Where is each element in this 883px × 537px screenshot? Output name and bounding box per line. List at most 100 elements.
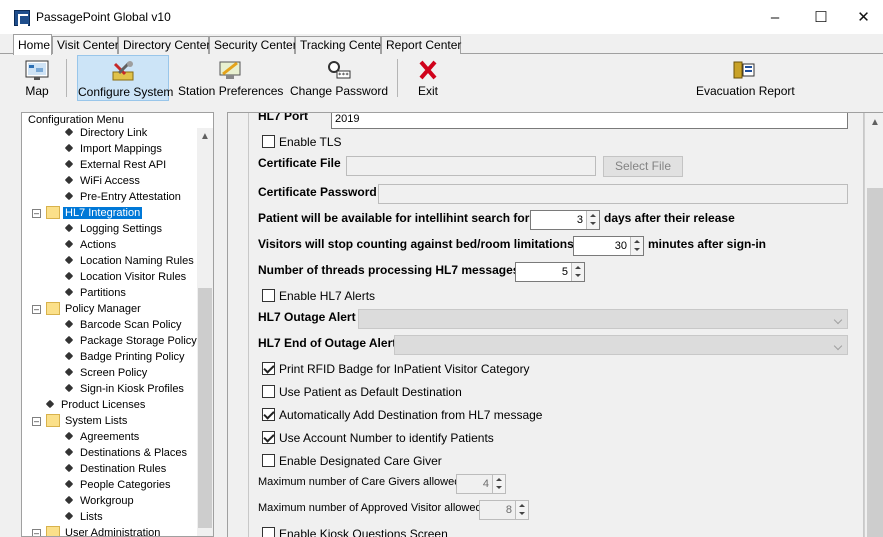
collapse-toggle[interactable]: – [32, 305, 41, 314]
settings-scrollbar[interactable]: ▲ [864, 113, 883, 537]
tree-item-product-licenses[interactable]: Product Licenses [45, 397, 145, 413]
tab-tracking-center[interactable]: Tracking Center [295, 36, 385, 54]
max-care-givers-stepper[interactable]: 4 [456, 474, 506, 494]
end-outage-alert-label: HL7 End of Outage Alert [258, 336, 397, 350]
auto-add-destination-checkbox[interactable] [262, 408, 275, 421]
enable-hl7-alerts-label: Enable HL7 Alerts [279, 289, 376, 303]
threads-stepper[interactable]: 5 [515, 262, 585, 282]
certificate-password-input[interactable] [378, 184, 848, 204]
tree-item[interactable]: Destination Rules [64, 461, 166, 477]
tree-item[interactable]: Lists [64, 509, 103, 525]
tree-bullet-icon [64, 191, 74, 201]
change-password-button[interactable]: *** Change Password [290, 55, 388, 101]
tree-item[interactable]: Sign-in Kiosk Profiles [64, 381, 184, 397]
tree-item[interactable]: Agreements [64, 429, 139, 445]
tree-bullet-icon [64, 335, 74, 345]
hl7-settings-panel: HL7 Port 2019 Enable TLS Certificate Fil… [227, 112, 883, 537]
tree-bullet-icon [64, 127, 74, 137]
tree-item-user-administration[interactable]: User Administration [65, 525, 160, 536]
tree-bullet-icon [64, 351, 74, 361]
change-password-label: Change Password [290, 84, 389, 98]
tree-item[interactable]: Screen Policy [64, 365, 147, 381]
chevron-up-icon[interactable]: ▲ [197, 131, 213, 142]
tree-bullet-icon [64, 175, 74, 185]
minimize-button[interactable]: – [752, 0, 798, 34]
spin-arrows-icon[interactable] [571, 263, 584, 281]
evacuation-report-icon [733, 61, 755, 79]
tree-item-hl7-integration[interactable]: HL7 Integration [63, 205, 143, 221]
spin-arrows-icon[interactable] [515, 501, 528, 519]
ribbon-tabs: Home Visit Center Directory Center Secur… [0, 34, 883, 55]
spin-arrows-icon[interactable] [630, 237, 643, 255]
tree-item[interactable]: Actions [64, 237, 116, 253]
tab-directory-center[interactable]: Directory Center [118, 36, 210, 54]
tab-visit-center[interactable]: Visit Center [52, 36, 119, 54]
close-button[interactable]: ✕ [844, 0, 883, 34]
end-outage-alert-dropdown[interactable] [394, 335, 848, 355]
exit-button[interactable]: Exit [409, 55, 447, 101]
tree-item[interactable]: Workgroup [64, 493, 134, 509]
patient-search-suffix: days after their release [604, 211, 735, 225]
enable-hl7-alerts-checkbox[interactable] [262, 289, 275, 302]
tree-item[interactable]: Barcode Scan Policy [64, 317, 182, 333]
tree-item[interactable]: Logging Settings [64, 221, 162, 237]
exit-label: Exit [417, 84, 438, 98]
tree-item-system-lists[interactable]: System Lists [65, 413, 127, 429]
enable-designated-care-giver-label: Enable Designated Care Giver [279, 454, 442, 468]
tree-item[interactable]: People Categories [64, 477, 171, 493]
tree-bullet-icon [64, 271, 74, 281]
tree-bullet-icon [64, 319, 74, 329]
patient-search-days-stepper[interactable]: 3 [530, 210, 600, 230]
max-approved-visitors-label: Maximum number of Approved Visitor allow… [258, 502, 482, 514]
tree-item[interactable]: Pre-Entry Attestation [64, 189, 181, 205]
tab-report-center[interactable]: Report Center [381, 36, 461, 54]
evacuation-report-button[interactable]: Evacuation Report [696, 55, 795, 101]
tab-security-center[interactable]: Security Center [209, 36, 297, 54]
outage-alert-dropdown[interactable] [358, 309, 848, 329]
tree-bullet-icon [64, 367, 74, 377]
tree-item[interactable]: External Rest API [64, 157, 166, 173]
settings-scrollbar-thumb[interactable] [867, 188, 883, 537]
use-patient-default-checkbox[interactable] [262, 385, 275, 398]
tree-item[interactable]: Import Mappings [64, 141, 162, 157]
station-preferences-button[interactable]: Station Preferences [178, 55, 283, 101]
collapse-toggle[interactable]: – [32, 209, 41, 218]
tree-scrollbar-thumb[interactable] [198, 288, 212, 528]
tree-item[interactable]: Badge Printing Policy [64, 349, 185, 365]
enable-tls-label: Enable TLS [279, 135, 342, 149]
maximize-button[interactable]: ☐ [798, 0, 844, 34]
chevron-up-icon[interactable]: ▲ [865, 117, 883, 128]
tree-item[interactable]: Partitions [64, 285, 126, 301]
tree-item[interactable]: Location Visitor Rules [64, 269, 186, 285]
tree-item[interactable]: WiFi Access [64, 173, 140, 189]
station-preferences-icon [219, 61, 241, 79]
collapse-toggle[interactable]: – [32, 417, 41, 426]
spin-arrows-icon[interactable] [492, 475, 505, 493]
tree-bullet-icon [64, 463, 74, 473]
map-button[interactable]: Map [14, 55, 60, 101]
enable-tls-checkbox[interactable] [262, 135, 275, 148]
tree-item[interactable]: Destinations & Places [64, 445, 187, 461]
use-account-number-checkbox[interactable] [262, 431, 275, 444]
enable-kiosk-questions-checkbox[interactable] [262, 527, 275, 537]
tree-bullet-icon [64, 287, 74, 297]
enable-designated-care-giver-checkbox[interactable] [262, 454, 275, 467]
hl7-port-input[interactable]: 2019 [331, 113, 848, 129]
visitors-stop-minutes-stepper[interactable]: 30 [573, 236, 644, 256]
certificate-file-input[interactable] [346, 156, 596, 176]
configure-system-button[interactable]: Configure System [77, 55, 173, 101]
collapse-toggle[interactable]: – [32, 529, 41, 536]
tree-item[interactable]: Location Naming Rules [64, 253, 194, 269]
tree-bullet-icon [64, 143, 74, 153]
tree-item[interactable]: Package Storage Policy [64, 333, 197, 349]
max-approved-visitors-stepper[interactable]: 8 [479, 500, 529, 520]
tab-home[interactable]: Home [13, 34, 52, 55]
patient-search-label: Patient will be available for intellihin… [258, 211, 530, 225]
tree-item[interactable]: Directory Link [64, 125, 147, 141]
tree-scrollbar[interactable]: ▲ [197, 128, 213, 536]
tree-item-policy-manager[interactable]: Policy Manager [65, 301, 141, 317]
certificate-file-label: Certificate File [258, 156, 341, 170]
select-file-button[interactable]: Select File [603, 156, 683, 177]
spin-arrows-icon[interactable] [586, 211, 599, 229]
print-rfid-checkbox[interactable] [262, 362, 275, 375]
